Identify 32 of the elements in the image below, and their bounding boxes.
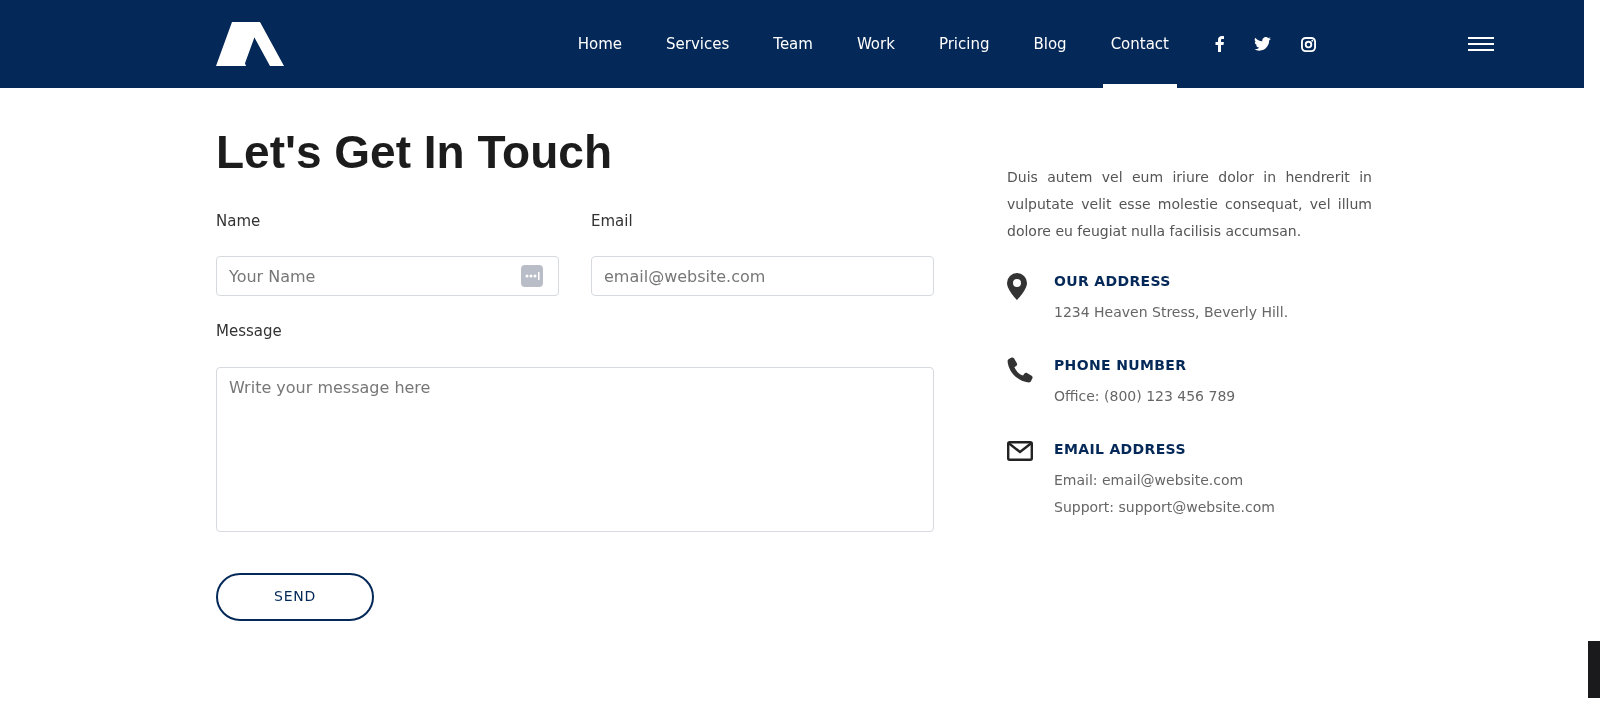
field-label: Name — [216, 210, 262, 232]
nav-link[interactable]: Services — [658, 0, 738, 88]
contact-detail: Support: support@website.com — [1054, 498, 1275, 517]
name-field[interactable]: Your Name — [216, 256, 559, 296]
nav-link[interactable]: Blog — [1025, 0, 1075, 88]
contact-detail: Email: email@website.com — [1054, 471, 1245, 490]
nav-link[interactable]: Pricing — [930, 0, 998, 88]
nav-link[interactable]: Work — [848, 0, 903, 88]
contact-detail: 1234 Heaven Stress, Beverly Hill. — [1054, 303, 1289, 322]
facebook-icon[interactable] — [1215, 36, 1224, 52]
logo-icon[interactable] — [216, 22, 284, 66]
field-label: Message — [216, 321, 283, 342]
field-label: Email — [591, 210, 634, 232]
message-field[interactable]: Write your message here — [216, 366, 934, 532]
nav-link[interactable]: Team — [765, 0, 821, 88]
envelope-icon — [1007, 441, 1033, 461]
contact-detail: Office: (800) 123 456 789 — [1054, 387, 1236, 406]
phone-icon — [1007, 357, 1033, 383]
contact-heading: PHONE NUMBER — [1054, 356, 1188, 375]
email-field[interactable]: email@website.com — [591, 256, 934, 296]
send-button[interactable]: SEND — [216, 572, 374, 621]
map-pin-icon — [1007, 273, 1027, 300]
nav-link[interactable]: Home — [569, 0, 630, 88]
scrollbar-thumb[interactable] — [1588, 641, 1600, 698]
page-heading: Let's Get In Touch — [216, 125, 613, 180]
contact-heading: EMAIL ADDRESS — [1054, 440, 1187, 459]
instagram-icon[interactable] — [1301, 36, 1316, 52]
menu-icon[interactable] — [1468, 37, 1494, 51]
contact-heading: OUR ADDRESS — [1054, 272, 1172, 291]
nav-link[interactable]: Contact — [1102, 0, 1177, 88]
twitter-icon[interactable] — [1254, 37, 1271, 51]
intro-paragraph: Duis autem vel eum iriure dolor in hendrerit in vulputate velit esse molestie consequat, vel illum dolore eu feugiat nulla facilisis accumsan. — [1007, 168, 1372, 241]
